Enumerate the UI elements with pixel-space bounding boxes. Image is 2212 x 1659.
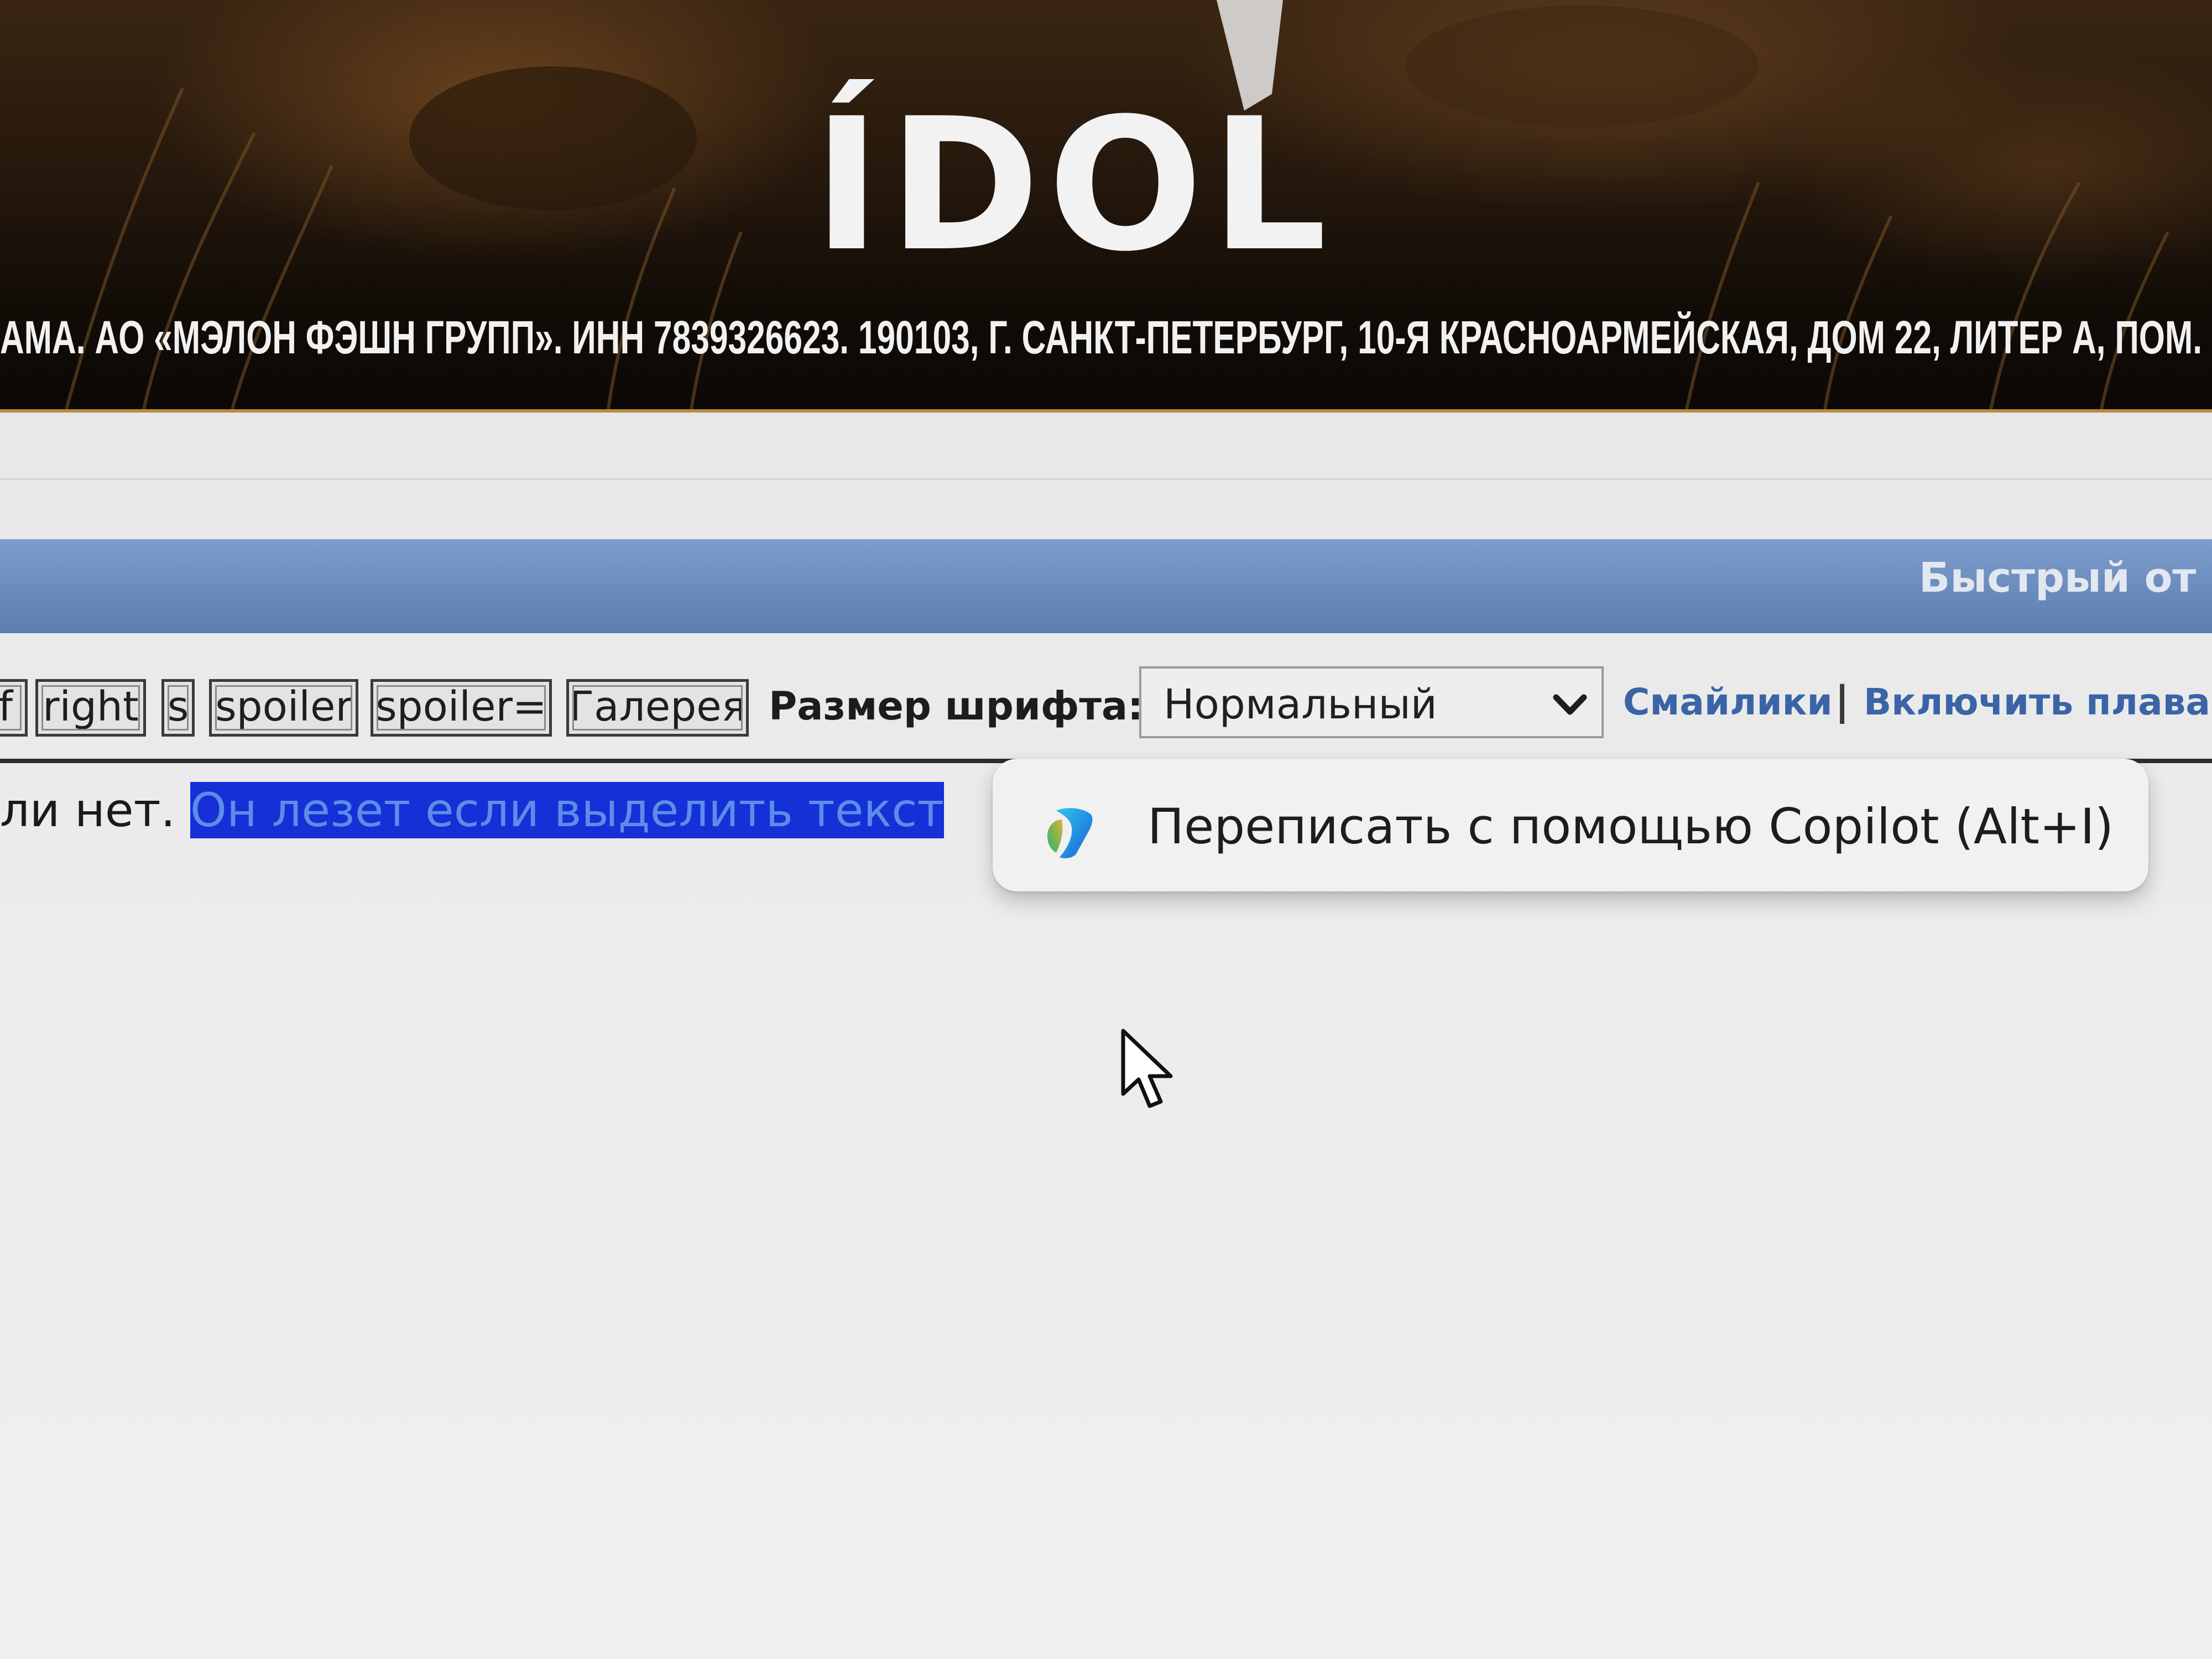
copilot-icon (1047, 808, 1093, 858)
gallery-button[interactable]: Галерея (566, 679, 749, 737)
bbcode-button-f[interactable]: f (0, 679, 28, 737)
bbcode-button-right[interactable]: right (35, 679, 146, 737)
copilot-rewrite-label: Переписать с помощью Copilot (Alt+I) (1147, 798, 2114, 855)
font-size-select[interactable]: Нормальный (1139, 666, 1604, 738)
quick-reply-title: Быстрый от (1919, 554, 2197, 602)
copilot-rewrite-button[interactable]: Переписать с помощью Copilot (Alt+I) (993, 759, 2148, 891)
message-textarea[interactable] (0, 759, 2212, 1659)
selected-text: Он лезет если выделить текст (190, 782, 945, 838)
editor-text-line[interactable]: ли нет. Он лезет если выделить текст (0, 780, 945, 841)
bbcode-button-strike[interactable]: s (161, 679, 195, 737)
font-size-value: Нормальный (1164, 681, 1437, 728)
brand-logo: ÍDOL (813, 79, 1335, 291)
divider (0, 478, 2212, 480)
mouse-cursor-icon (1121, 1029, 1173, 1108)
font-size-label: Размер шрифта: (769, 684, 1144, 729)
link-separator: | (1835, 677, 1850, 724)
smilies-link[interactable]: Смайлики (1623, 677, 1833, 727)
chevron-down-icon (1553, 694, 1587, 715)
screen: ÍDOL АМА. АО «МЭЛОН ФЭШН ГРУПП». ИНН 783… (0, 0, 2212, 1659)
quick-reply-header (0, 539, 2212, 633)
banner-legal-text: АМА. АО «МЭЛОН ФЭШН ГРУПП». ИНН 78393266… (0, 311, 2210, 363)
bbcode-button-spoiler-titled[interactable]: spoiler= (371, 679, 552, 737)
advertisement-banner[interactable]: ÍDOL АМА. АО «МЭЛОН ФЭШН ГРУПП». ИНН 783… (0, 0, 2212, 413)
floating-editor-link[interactable]: Включить плаваю (1864, 677, 2212, 727)
bbcode-button-spoiler[interactable]: spoiler (209, 679, 358, 737)
editor-text: ли нет. (0, 783, 190, 837)
